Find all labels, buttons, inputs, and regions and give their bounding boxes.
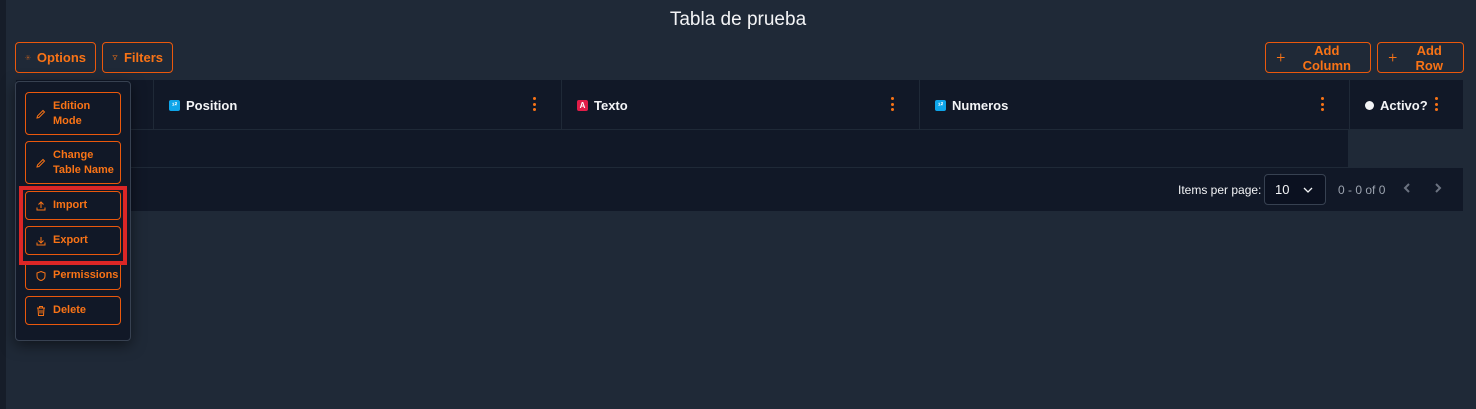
column-menu-icon[interactable] — [891, 97, 895, 111]
filter-icon — [112, 55, 118, 61]
column-menu-icon[interactable] — [533, 97, 537, 111]
delete-label: Delete — [53, 304, 87, 316]
column-label: Numeros — [952, 97, 1009, 113]
shield-icon — [36, 270, 46, 281]
next-page-button[interactable] — [1433, 181, 1447, 195]
items-per-page-select[interactable]: 10 — [1264, 174, 1326, 205]
data-table: ¹² Position A Texto ¹² Numeros Activo? I… — [16, 80, 1463, 211]
pencil-icon — [36, 158, 46, 168]
edition-mode-button[interactable]: Edition Mode — [25, 92, 121, 135]
chevron-down-icon — [1303, 187, 1313, 193]
column-header-activo[interactable]: Activo? — [1350, 80, 1463, 130]
plus-icon — [1388, 53, 1397, 62]
items-per-page-label: Items per page: — [1178, 183, 1262, 197]
left-edge-strip — [0, 0, 6, 409]
import-export-highlight — [19, 186, 127, 265]
change-table-name-label: Change Table Name — [53, 148, 114, 176]
pagination-bar: Items per page: 10 0 - 0 of 0 — [16, 167, 1463, 211]
boolean-type-icon — [1365, 100, 1374, 110]
add-row-button[interactable]: Add Row — [1377, 42, 1464, 73]
table-header: ¹² Position A Texto ¹² Numeros Activo? — [16, 80, 1463, 130]
pencil-icon — [36, 109, 46, 119]
add-column-label: Add Column — [1302, 42, 1351, 73]
delete-button[interactable]: Delete — [25, 296, 121, 325]
previous-page-button[interactable] — [1402, 181, 1416, 195]
text-type-icon: A — [577, 99, 588, 111]
permissions-label: Permissions — [53, 269, 119, 281]
column-header-position[interactable]: ¹² Position — [154, 80, 562, 130]
filters-label: Filters — [123, 50, 163, 65]
page-title: Tabla de prueba — [669, 9, 807, 30]
change-table-name-button[interactable]: Change Table Name — [25, 141, 121, 184]
items-per-page-value: 10 — [1275, 182, 1290, 197]
gear-icon — [25, 55, 31, 60]
column-header-numeros[interactable]: ¹² Numeros — [920, 80, 1350, 130]
filters-button[interactable]: Filters — [102, 42, 173, 73]
permissions-button[interactable]: Permissions — [25, 261, 121, 290]
number-type-icon: ¹² — [935, 99, 946, 111]
column-menu-icon[interactable] — [1435, 97, 1439, 111]
column-label: Texto — [594, 97, 628, 113]
column-header-texto[interactable]: A Texto — [562, 80, 920, 130]
options-button[interactable]: Options — [15, 42, 96, 73]
plus-icon — [1276, 53, 1285, 62]
add-row-label: Add Row — [1415, 42, 1443, 73]
add-column-button[interactable]: Add Column — [1265, 42, 1371, 73]
column-menu-icon[interactable] — [1321, 97, 1325, 111]
chevron-left-icon — [1403, 183, 1410, 193]
number-type-icon: ¹² — [169, 99, 180, 111]
trash-icon — [37, 305, 45, 316]
pagination-range: 0 - 0 of 0 — [1338, 183, 1386, 197]
empty-table-row — [16, 130, 1348, 167]
column-label: Activo? — [1380, 97, 1428, 113]
options-label: Options — [36, 50, 86, 65]
column-label: Position — [186, 97, 238, 113]
chevron-right-icon — [1435, 183, 1442, 193]
edition-mode-label: Edition Mode — [53, 99, 91, 127]
